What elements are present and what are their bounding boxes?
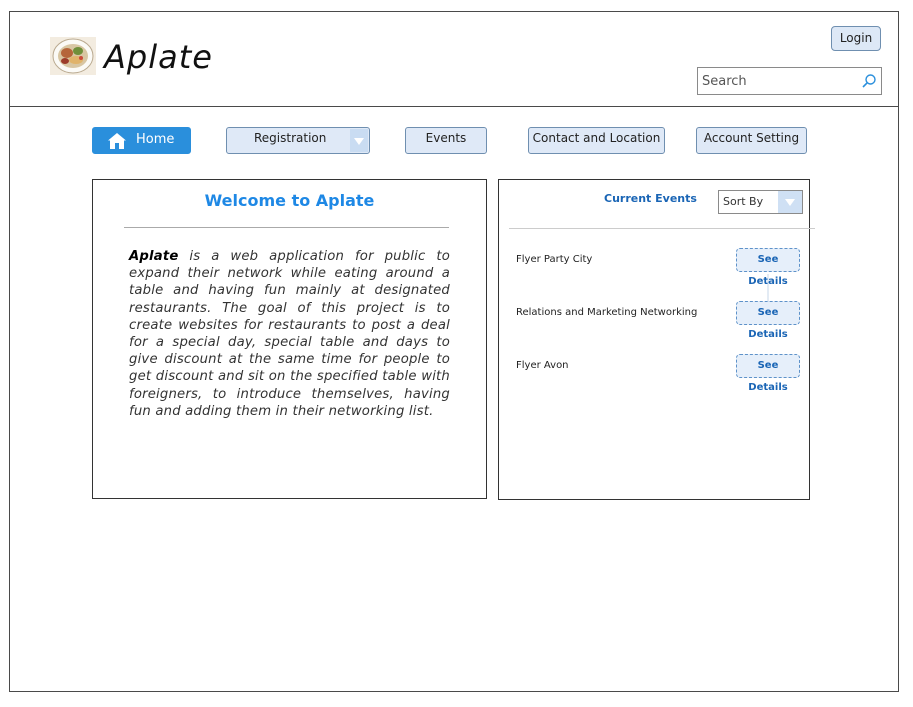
sort-by-select[interactable]: Sort By: [718, 190, 803, 214]
welcome-description: Aplate is a web application for public t…: [129, 248, 450, 420]
nav-registration-dropdown[interactable]: Registration: [226, 127, 370, 154]
plate-logo-icon: [50, 37, 96, 75]
welcome-title: Welcome to Aplate: [204, 191, 375, 210]
app-title: Aplate: [104, 38, 213, 76]
events-divider: [509, 228, 815, 229]
nav-home-label: Home: [136, 132, 175, 147]
welcome-body: is a web application for public to expan…: [129, 249, 450, 419]
welcome-panel: Welcome to Aplate Aplate is a web applic…: [92, 179, 487, 499]
nav-contact-button[interactable]: Contact and Location: [528, 127, 665, 154]
sort-by-label: Sort By: [723, 195, 764, 208]
event-name: Flyer Avon: [516, 360, 569, 371]
welcome-divider: [124, 227, 449, 228]
see-details-button[interactable]: See Details: [736, 301, 800, 340]
chevron-down-icon: [350, 129, 368, 152]
nav-home-button[interactable]: Home: [92, 127, 191, 154]
nav-events-button[interactable]: Events: [405, 127, 487, 154]
events-title: Current Events: [604, 192, 697, 205]
nav-registration-label: Registration: [254, 131, 327, 145]
event-name: Flyer Party City: [516, 254, 593, 265]
header-divider: [9, 106, 899, 107]
chevron-down-icon: [778, 191, 802, 213]
nav-account-button[interactable]: Account Setting: [696, 127, 807, 154]
nav-contact-label: Contact and Location: [532, 131, 661, 145]
home-icon: [108, 133, 126, 149]
see-details-button[interactable]: See Details: [736, 354, 800, 393]
search-input[interactable]: [702, 72, 852, 90]
nav-events-label: Events: [425, 131, 467, 145]
see-details-button[interactable]: See Details: [736, 248, 800, 287]
connector-line: [767, 274, 769, 302]
nav-account-label: Account Setting: [703, 131, 800, 145]
events-panel: Current Events Sort By Flyer Party City …: [498, 179, 815, 500]
login-button[interactable]: Login: [831, 26, 881, 51]
search-box: [697, 67, 882, 95]
brand-word: Aplate: [129, 249, 179, 264]
event-name: Relations and Marketing Networking: [516, 307, 698, 318]
search-icon[interactable]: [861, 73, 877, 89]
